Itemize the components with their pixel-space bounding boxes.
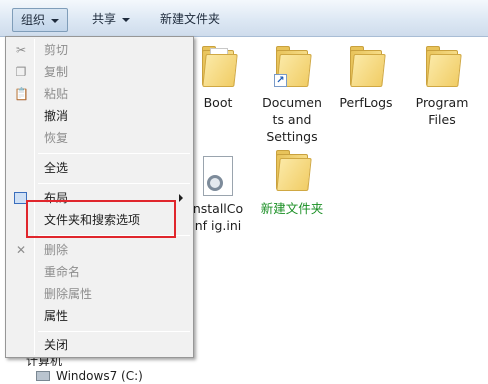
item-label: Documents and Settings <box>262 95 322 144</box>
config-file-icon <box>203 156 233 196</box>
menu-item-properties[interactable]: 属性 <box>8 305 191 327</box>
item-label: PerfLogs <box>339 95 393 110</box>
annotation-highlight-box <box>26 200 176 238</box>
file-item-new-folder[interactable]: 新建文件夹 <box>252 148 332 217</box>
menu-item-close[interactable]: 关闭 <box>8 334 191 356</box>
file-item-program-files[interactable]: Program Files <box>402 44 482 128</box>
submenu-arrow-icon <box>179 194 183 202</box>
file-item-perflogs[interactable]: PerfLogs <box>326 44 406 111</box>
gear-icon <box>207 175 223 191</box>
folder-icon <box>274 148 312 192</box>
item-label: Program Files <box>415 95 469 127</box>
menu-item-delete[interactable]: ✕ 删除 <box>8 239 191 261</box>
nav-item-drive-c[interactable]: Windows7 (C:) <box>56 369 143 383</box>
menu-item-cut[interactable]: ✂ 剪切 <box>8 39 191 61</box>
folder-icon: ↗ <box>274 44 312 88</box>
menu-item-copy[interactable]: ❐ 复制 <box>8 61 191 83</box>
drive-icon <box>36 371 50 381</box>
copy-icon: ❐ <box>15 65 27 79</box>
menu-item-remove-properties[interactable]: 删除属性 <box>8 283 191 305</box>
shortcut-arrow-icon: ↗ <box>274 74 287 87</box>
new-folder-button[interactable]: 新建文件夹 <box>152 8 228 32</box>
menu-item-paste[interactable]: 📋 粘贴 <box>8 83 191 105</box>
menu-separator <box>38 183 190 184</box>
chevron-down-icon <box>122 17 131 22</box>
new-folder-label: 新建文件夹 <box>160 12 221 26</box>
folder-icon <box>200 44 238 88</box>
scissors-icon: ✂ <box>15 43 27 57</box>
menu-item-redo[interactable]: 恢复 <box>8 127 191 149</box>
folder-icon <box>424 44 462 88</box>
share-button[interactable]: 共享 <box>84 8 138 32</box>
menu-separator <box>38 331 190 332</box>
chevron-down-icon <box>51 18 60 23</box>
menu-separator <box>38 153 190 154</box>
organize-label: 组织 <box>21 13 46 27</box>
folder-icon <box>348 44 386 88</box>
delete-icon: ✕ <box>15 243 27 257</box>
menu-item-select-all[interactable]: 全选 <box>8 157 191 179</box>
organize-button[interactable]: 组织 <box>12 8 69 32</box>
item-label: nstallConf ig.ini <box>192 201 244 233</box>
paste-icon: 📋 <box>14 87 29 101</box>
menu-item-rename[interactable]: 重命名 <box>8 261 191 283</box>
command-bar: 组织 共享 新建文件夹 <box>0 0 488 37</box>
file-item-documents-and-settings[interactable]: ↗ Documents and Settings <box>252 44 332 145</box>
menu-item-undo[interactable]: 撤消 <box>8 105 191 127</box>
organize-menu: ✂ 剪切 ❐ 复制 📋 粘贴 撤消 恢复 全选 布局 文件夹和搜索选项 ✕ 删除… <box>5 36 194 358</box>
item-label: 新建文件夹 <box>260 201 324 216</box>
share-label: 共享 <box>92 12 117 26</box>
